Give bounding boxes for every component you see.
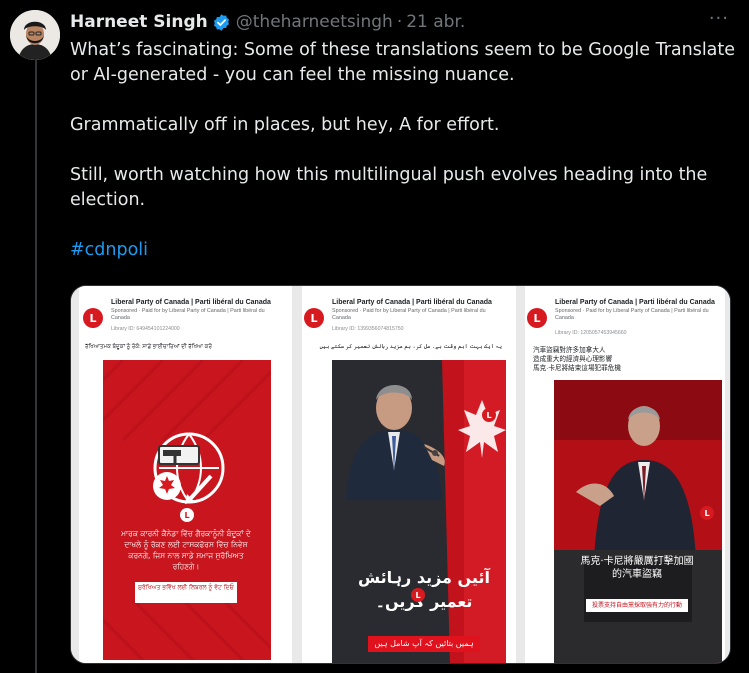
media-divider <box>725 286 730 663</box>
tweet-header: Harneet Singh @theharneetsingh · 21 abr. <box>70 9 739 35</box>
tweet-paragraph: Grammatically off in places, but hey, A … <box>70 115 500 135</box>
ad-sponsored: Sponsored · Paid for by Liberal Party of… <box>555 308 709 321</box>
tweet-paragraph: What’s fascinating: Some of these transl… <box>70 40 736 85</box>
ad-library-id: Library ID: 649454101224000 <box>111 326 180 332</box>
more-options-icon[interactable]: ··· <box>709 8 729 29</box>
media-divider <box>71 286 79 663</box>
photo-speaker <box>332 360 506 663</box>
ad-caption: 汽車盜竊對許多加拿大人 造成重大的經濟與心理影響 馬克·卡尼將結束這場犯罪危機 <box>533 346 725 373</box>
liberal-logo-icon: L <box>527 308 547 328</box>
ad-caption: ਰੱਖਿਆਤਮਕ ਬੰਦੂਕਾਂ ਨੂੰ ਰੋਕੋ: ਸਾਡੇ ਭਾਈਚਾਰਿਆ… <box>85 344 212 350</box>
liberal-logo-icon: L <box>83 308 103 328</box>
ad-caption-line: 造成重大的經濟與心理影響 <box>533 356 613 363</box>
media-attachment[interactable]: L Liberal Party of Canada | Parti libéra… <box>70 285 731 664</box>
ad-advertiser: Liberal Party of Canada | Parti libéral … <box>555 299 715 306</box>
liberal-small-logo-icon: L <box>700 506 714 520</box>
liberal-logo-icon: L <box>304 308 324 328</box>
ad-caption-line: 汽車盜竊對許多加拿大人 <box>533 347 606 354</box>
ad-library-id: Library ID: 1205057453945660 <box>555 330 627 336</box>
ad-screenshot-chinese[interactable]: L Liberal Party of Canada | Parti libéra… <box>525 286 725 663</box>
ad-screenshot-urdu[interactable]: L Liberal Party of Canada | Parti libéra… <box>302 286 516 663</box>
ad-library-id: Library ID: 1399356074815750 <box>332 326 404 332</box>
hashtag-link[interactable]: #cdnpoli <box>70 240 148 260</box>
separator-dot: · <box>396 12 403 32</box>
ad-creative-text: 馬克·卡尼將嚴厲打擊加國的汽車盜竊 <box>580 556 694 580</box>
thread-line <box>35 58 37 673</box>
handle[interactable]: @theharneetsingh <box>236 12 393 32</box>
ad-advertiser: Liberal Party of Canada | Parti libéral … <box>332 299 492 306</box>
verified-badge-icon[interactable] <box>212 13 231 32</box>
ad-creative-text: ਮਾਰਕ ਕਾਰਨੀ ਕੈਨੇਡਾ ਵਿੱਚ ਗੈਰਕਾਨੂੰਨੀ ਬੰਦੂਕਾ… <box>121 529 251 571</box>
media-divider <box>516 286 525 663</box>
ad-creative-button: 投票支持自由黨採取強有力的行動 <box>586 599 688 612</box>
ad-advertiser: Liberal Party of Canada | Parti libéral … <box>111 299 271 306</box>
ad-screenshot-punjabi[interactable]: L Liberal Party of Canada | Parti libéra… <box>81 286 292 663</box>
ad-sponsored: Sponsored · Paid for by Liberal Party of… <box>111 308 265 321</box>
ad-creative: L 馬克·卡尼將嚴厲打擊加國的汽車盜竊 投票支持自由黨採取強有力的行動 <box>554 380 722 663</box>
timestamp[interactable]: 21 abr. <box>406 12 465 32</box>
liberal-small-logo-icon: L <box>411 588 425 602</box>
ad-creative-button: ਸੁਰੱਖਿਅਤ ਭਵਿੱਖ ਲਈ ਲਿਬਰਲ ਨੂੰ ਵੋਟ ਦਿਓ <box>135 582 237 603</box>
avatar[interactable] <box>10 10 60 60</box>
photo-speaker <box>554 380 722 663</box>
avatar-image <box>10 10 60 60</box>
tweet-text: What’s fascinating: Some of these transl… <box>70 38 742 263</box>
ad-creative: L ਮਾਰਕ ਕਾਰਨੀ ਕੈਨੇਡਾ ਵਿੱਚ ਗੈਰਕਾਨੂੰਨੀ ਬੰਦੂ… <box>103 360 271 660</box>
media-divider <box>292 286 302 663</box>
ad-creative: L آئیں مزید رہائش تعمیر کریں۔ ہمیں بتائی… <box>332 360 506 663</box>
ad-creative-button: ہمیں بتائیں کہ آپ شامل ہیں <box>368 636 480 652</box>
liberal-small-logo-icon: L <box>180 508 194 522</box>
tweet-paragraph: Still, worth watching how this multiling… <box>70 165 708 210</box>
ad-sponsored: Sponsored · Paid for by Liberal Party of… <box>332 308 486 321</box>
liberal-small-logo-icon: L <box>482 408 496 422</box>
ad-caption-line: 馬克·卡尼將結束這場犯罪危機 <box>533 365 621 372</box>
display-name[interactable]: Harneet Singh <box>70 12 208 32</box>
ad-caption: یہ ایک بہت اہم وقت ہے۔ مل کر، ہم مزید رہ… <box>319 344 502 350</box>
